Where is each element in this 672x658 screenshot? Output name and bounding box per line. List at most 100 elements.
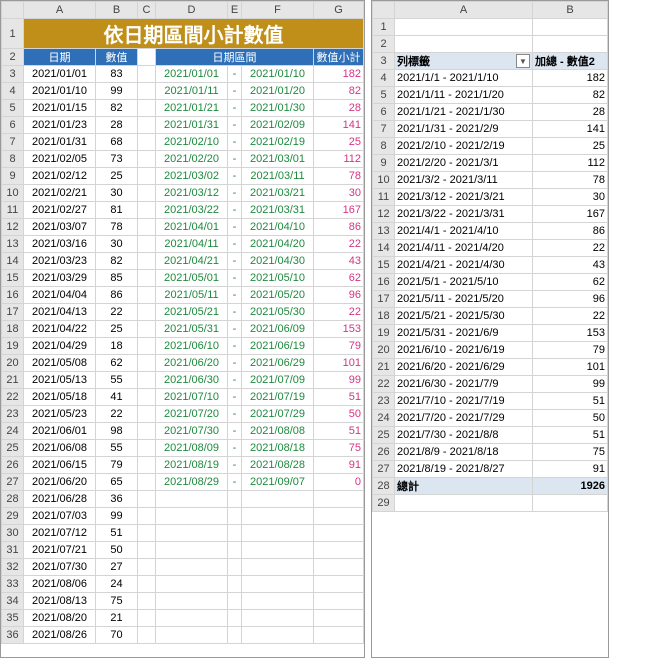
- pivot-row-label[interactable]: 2021/5/1 - 2021/5/10: [395, 274, 533, 291]
- pivot-row-label[interactable]: 2021/5/21 - 2021/5/30: [395, 308, 533, 325]
- pivot-row-value[interactable]: 82: [533, 87, 608, 104]
- col-header[interactable]: A: [395, 2, 533, 19]
- cell-range-start[interactable]: 2021/03/02: [156, 168, 228, 185]
- cell[interactable]: [156, 508, 228, 525]
- cell-date[interactable]: 2021/04/29: [24, 338, 96, 355]
- pivot-row-value[interactable]: 96: [533, 291, 608, 308]
- cell[interactable]: [242, 508, 314, 525]
- col-header[interactable]: G: [314, 2, 364, 19]
- cell-range-start[interactable]: 2021/03/12: [156, 185, 228, 202]
- row-header[interactable]: 26: [373, 444, 395, 461]
- col-header[interactable]: C: [138, 2, 156, 19]
- row-header[interactable]: 6: [373, 104, 395, 121]
- pivot-row-value[interactable]: 22: [533, 308, 608, 325]
- pivot-row-value[interactable]: 75: [533, 444, 608, 461]
- cell[interactable]: [138, 610, 156, 627]
- row-header[interactable]: 36: [2, 627, 24, 644]
- cell-range-end[interactable]: 2021/09/07: [242, 474, 314, 491]
- cell[interactable]: [138, 49, 156, 66]
- row-header[interactable]: 16: [373, 274, 395, 291]
- cell-subtotal[interactable]: 82: [314, 83, 364, 100]
- cell-range-start[interactable]: 2021/06/30: [156, 372, 228, 389]
- cell[interactable]: [138, 355, 156, 372]
- cell-date[interactable]: 2021/07/12: [24, 525, 96, 542]
- row-header[interactable]: 9: [2, 168, 24, 185]
- cell-dash[interactable]: -: [228, 440, 242, 457]
- cell-dash[interactable]: -: [228, 389, 242, 406]
- cell[interactable]: [156, 610, 228, 627]
- row-header[interactable]: 11: [373, 189, 395, 206]
- cell-dash[interactable]: -: [228, 457, 242, 474]
- cell-range-end[interactable]: 2021/01/20: [242, 83, 314, 100]
- cell[interactable]: [138, 491, 156, 508]
- row-header[interactable]: 12: [2, 219, 24, 236]
- cell-subtotal[interactable]: 0: [314, 474, 364, 491]
- cell-date[interactable]: 2021/07/21: [24, 542, 96, 559]
- cell-value[interactable]: 55: [96, 440, 138, 457]
- cell-date[interactable]: 2021/01/15: [24, 100, 96, 117]
- cell-subtotal[interactable]: 99: [314, 372, 364, 389]
- cell-value[interactable]: 73: [96, 151, 138, 168]
- cell-value[interactable]: 78: [96, 219, 138, 236]
- cell-range-end[interactable]: 2021/01/30: [242, 100, 314, 117]
- pivot-row-label[interactable]: 2021/6/10 - 2021/6/19: [395, 342, 533, 359]
- cell[interactable]: [138, 219, 156, 236]
- pivot-row-label-header[interactable]: 列標籤▼: [395, 53, 533, 70]
- cell[interactable]: [138, 83, 156, 100]
- cell-date[interactable]: 2021/08/06: [24, 576, 96, 593]
- row-header[interactable]: 18: [2, 321, 24, 338]
- cell[interactable]: [533, 36, 608, 53]
- row-header[interactable]: 10: [2, 185, 24, 202]
- row-header[interactable]: 17: [2, 304, 24, 321]
- cell-range-end[interactable]: 2021/04/30: [242, 253, 314, 270]
- cell-date[interactable]: 2021/05/18: [24, 389, 96, 406]
- cell[interactable]: [156, 627, 228, 644]
- cell-dash[interactable]: -: [228, 423, 242, 440]
- pivot-row-value[interactable]: 86: [533, 223, 608, 240]
- cell-value[interactable]: 85: [96, 270, 138, 287]
- cell[interactable]: [138, 559, 156, 576]
- cell-value[interactable]: 25: [96, 321, 138, 338]
- row-header[interactable]: 17: [373, 291, 395, 308]
- cell[interactable]: [228, 542, 242, 559]
- row-header[interactable]: 2: [2, 49, 24, 66]
- cell-subtotal[interactable]: 167: [314, 202, 364, 219]
- cell[interactable]: [138, 100, 156, 117]
- cell-dash[interactable]: -: [228, 202, 242, 219]
- cell[interactable]: [533, 19, 608, 36]
- cell[interactable]: [314, 508, 364, 525]
- cell-dash[interactable]: -: [228, 338, 242, 355]
- cell-range-start[interactable]: 2021/01/31: [156, 117, 228, 134]
- pivot-row-label[interactable]: 2021/1/31 - 2021/2/9: [395, 121, 533, 138]
- cell[interactable]: [228, 508, 242, 525]
- cell-range-end[interactable]: 2021/08/18: [242, 440, 314, 457]
- row-header[interactable]: 4: [2, 83, 24, 100]
- row-header[interactable]: 4: [373, 70, 395, 87]
- row-header[interactable]: 26: [2, 457, 24, 474]
- cell-value[interactable]: 51: [96, 525, 138, 542]
- pivot-row-label[interactable]: 2021/2/10 - 2021/2/19: [395, 138, 533, 155]
- pivot-row-value[interactable]: 153: [533, 325, 608, 342]
- pivot-row-label[interactable]: 2021/5/11 - 2021/5/20: [395, 291, 533, 308]
- cell[interactable]: [533, 495, 608, 512]
- cell-range-start[interactable]: 2021/04/21: [156, 253, 228, 270]
- cell-date[interactable]: 2021/03/23: [24, 253, 96, 270]
- cell-value[interactable]: 50: [96, 542, 138, 559]
- cell-subtotal[interactable]: 79: [314, 338, 364, 355]
- cell-value[interactable]: 99: [96, 83, 138, 100]
- cell-value[interactable]: 36: [96, 491, 138, 508]
- cell[interactable]: [138, 457, 156, 474]
- col-header[interactable]: E: [228, 2, 242, 19]
- row-header[interactable]: 9: [373, 155, 395, 172]
- cell[interactable]: [228, 627, 242, 644]
- cell-range-start[interactable]: 2021/06/20: [156, 355, 228, 372]
- cell[interactable]: [156, 576, 228, 593]
- cell-subtotal[interactable]: 75: [314, 440, 364, 457]
- cell-date[interactable]: 2021/04/04: [24, 287, 96, 304]
- row-header[interactable]: 35: [2, 610, 24, 627]
- pivot-row-label[interactable]: 2021/8/9 - 2021/8/18: [395, 444, 533, 461]
- row-header[interactable]: 13: [2, 236, 24, 253]
- pivot-row-value[interactable]: 79: [533, 342, 608, 359]
- row-header[interactable]: 15: [373, 257, 395, 274]
- col-header[interactable]: A: [24, 2, 96, 19]
